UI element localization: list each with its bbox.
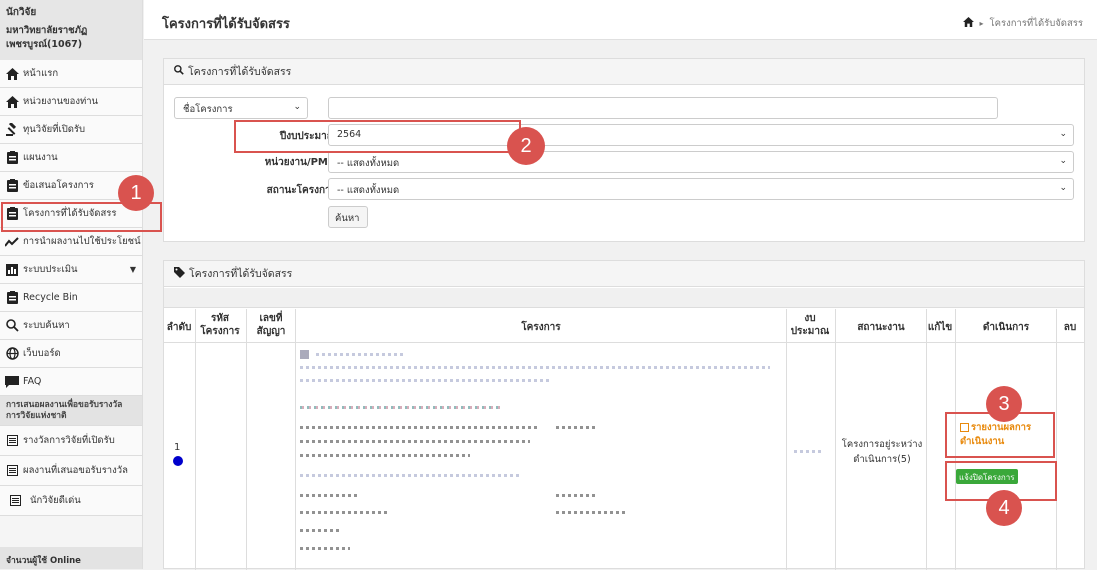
globe-icon <box>5 347 19 361</box>
tag-icon <box>174 266 185 281</box>
annotation-badge-1: 1 <box>118 175 154 211</box>
search-panel-header: โครงการที่ได้รับจัดสรร <box>164 59 1084 85</box>
sidebar-item-label: ทุนวิจัยที่เปิดรับ <box>23 124 86 135</box>
breadcrumb: ▸ โครงการที่ได้รับจัดสรร <box>962 16 1083 31</box>
col-project-code: รหัสโครงการ <box>200 313 240 337</box>
col-actions: ดำเนินการ <box>982 322 1030 333</box>
home-icon <box>5 67 19 81</box>
sidebar-item-label: การนำผลงานไปใช้ประโยชน์ <box>23 236 141 247</box>
user-org: มหาวิทยาลัยราชภัฏเพชรบูรณ์(1067) <box>6 25 88 50</box>
sidebar-item-webboard[interactable]: เว็บบอร์ด <box>0 340 142 368</box>
table-toolbar-strip <box>164 288 1084 308</box>
sidebar-item-submitted-works[interactable]: ผลงานที่เสนอขอรับรางวัล <box>0 456 142 486</box>
sidebar-item-label: ระบบค้นหา <box>23 320 70 331</box>
col-index: ลำดับ <box>166 322 192 333</box>
sidebar-item-open-grants[interactable]: ทุนวิจัยที่เปิดรับ <box>0 116 142 144</box>
sidebar-item-label: ผลงานที่เสนอขอรับรางวัล <box>23 465 128 476</box>
caret-down-icon: ▼ <box>129 265 136 274</box>
sidebar-item-label: ระบบประเมิน <box>23 264 78 275</box>
chevron-right-icon: ▸ <box>979 19 984 28</box>
sidebar-item-plans[interactable]: แผนงาน <box>0 144 142 172</box>
home-icon[interactable] <box>962 17 974 30</box>
status-select[interactable]: -- แสดงทั้งหมด ⌄ <box>328 178 1074 200</box>
page-title: โครงการที่ได้รับจัดสรร <box>162 17 290 32</box>
sidebar-item-evaluation[interactable]: ระบบประเมิน ▼ <box>0 256 142 284</box>
project-status: โครงการอยู่ระหว่างดำเนินการ(5) <box>841 439 923 465</box>
sidebar-item-label: รางวัลการวิจัยที่เปิดรับ <box>23 435 115 446</box>
annotation-badge-3: 3 <box>986 386 1022 422</box>
search-button[interactable]: ค้นหา <box>328 206 368 228</box>
sidebar-item-label: Recycle Bin <box>23 292 78 303</box>
clipboard-icon <box>5 151 19 165</box>
sidebar-item-open-awards[interactable]: รางวัลการวิจัยที่เปิดรับ <box>0 426 142 456</box>
chevron-down-icon: ⌄ <box>1059 129 1067 139</box>
breadcrumb-current: โครงการที่ได้รับจัดสรร <box>989 18 1083 29</box>
annotation-badge-4: 4 <box>986 490 1022 526</box>
award-section-title: การเสนอผลงานเพื่อขอรับรางวัลการวิจัยแห่ง… <box>0 396 142 426</box>
chart-line-icon <box>5 235 19 249</box>
sidebar-item-my-unit[interactable]: หน่วยงานของท่าน <box>0 88 142 116</box>
sidebar-item-utilization[interactable]: การนำผลงานไปใช้ประโยชน์ <box>0 228 142 256</box>
col-delete: ลบ <box>1063 322 1077 333</box>
search-icon <box>5 319 19 333</box>
page-header: โครงการที่ได้รับจัดสรร ▸ โครงการที่ได้รั… <box>144 0 1097 40</box>
col-project: โครงการ <box>521 322 561 333</box>
search-icon <box>174 65 184 78</box>
sidebar-item-recycle-bin[interactable]: Recycle Bin <box>0 284 142 312</box>
gavel-icon <box>5 123 19 137</box>
comment-icon <box>5 375 19 389</box>
results-panel-header: โครงการที่ได้รับจัดสรร <box>164 261 1084 287</box>
unit-label: หน่วยงาน/PMU <box>264 157 336 168</box>
online-users-footer: จำนวนผู้ใช้ Online <box>0 547 142 569</box>
row-index: 1 <box>174 442 181 453</box>
results-panel-title: โครงการที่ได้รับจัดสรร <box>189 268 293 280</box>
sidebar-item-outstanding-researcher[interactable]: นักวิจัยดีเด่น <box>0 486 142 516</box>
status-value: -- แสดงทั้งหมด <box>337 185 400 196</box>
sidebar-item-home[interactable]: หน้าแรก <box>0 60 142 88</box>
sidebar-item-label: หน่วยงานของท่าน <box>23 96 99 107</box>
col-budget: งบประมาณ <box>790 313 830 337</box>
sidebar-item-label: นักวิจัยดีเด่น <box>30 495 81 506</box>
col-contract-no: เลขที่สัญญา <box>256 313 286 337</box>
table-header: ลำดับ รหัสโครงการ เลขที่สัญญา โครงการ งบ… <box>164 309 1084 343</box>
budget-blurred <box>794 450 824 453</box>
chevron-down-icon: ⌄ <box>293 102 301 112</box>
sidebar-item-search[interactable]: ระบบค้นหา <box>0 312 142 340</box>
clipboard-icon <box>5 291 19 305</box>
sidebar: นักวิจัย มหาวิทยาลัยราชภัฏเพชรบูรณ์(1067… <box>0 0 143 569</box>
project-details-blurred <box>296 344 786 564</box>
status-label: สถานะโครงการ <box>266 185 336 196</box>
list-icon <box>5 464 19 478</box>
sidebar-item-label: FAQ <box>23 376 42 387</box>
search-panel-title: โครงการที่ได้รับจัดสรร <box>188 66 292 78</box>
highlight-fiscal-year <box>234 120 521 153</box>
chevron-down-icon: ⌄ <box>1059 183 1067 193</box>
user-info: นักวิจัย มหาวิทยาลัยราชภัฏเพชรบูรณ์(1067… <box>0 0 142 60</box>
col-status: สถานะงาน <box>857 322 905 333</box>
annotation-badge-2: 2 <box>507 127 545 165</box>
status-dot <box>173 456 183 466</box>
user-role: นักวิจัย <box>6 7 37 18</box>
sidebar-item-label: เว็บบอร์ด <box>23 348 61 359</box>
clipboard-icon <box>5 179 19 193</box>
col-edit: แก้ไข <box>927 322 953 333</box>
sidebar-item-label: ข้อเสนอโครงการ <box>23 180 94 191</box>
unit-value: -- แสดงทั้งหมด <box>337 158 400 169</box>
unit-select[interactable]: -- แสดงทั้งหมด ⌄ <box>328 151 1074 173</box>
sidebar-item-label: แผนงาน <box>23 152 58 163</box>
sidebar-item-label: หน้าแรก <box>23 68 59 79</box>
search-field-value: ชื่อโครงการ <box>183 104 233 115</box>
document-icon <box>300 350 309 359</box>
bar-chart-icon <box>5 263 19 277</box>
list-icon <box>5 434 19 448</box>
home-icon <box>5 95 19 109</box>
list-icon <box>8 494 22 508</box>
search-field-select[interactable]: ชื่อโครงการ ⌄ <box>174 97 308 119</box>
chevron-down-icon: ⌄ <box>1059 156 1067 166</box>
sidebar-item-faq[interactable]: FAQ <box>0 368 142 396</box>
search-text-input[interactable] <box>328 97 998 119</box>
